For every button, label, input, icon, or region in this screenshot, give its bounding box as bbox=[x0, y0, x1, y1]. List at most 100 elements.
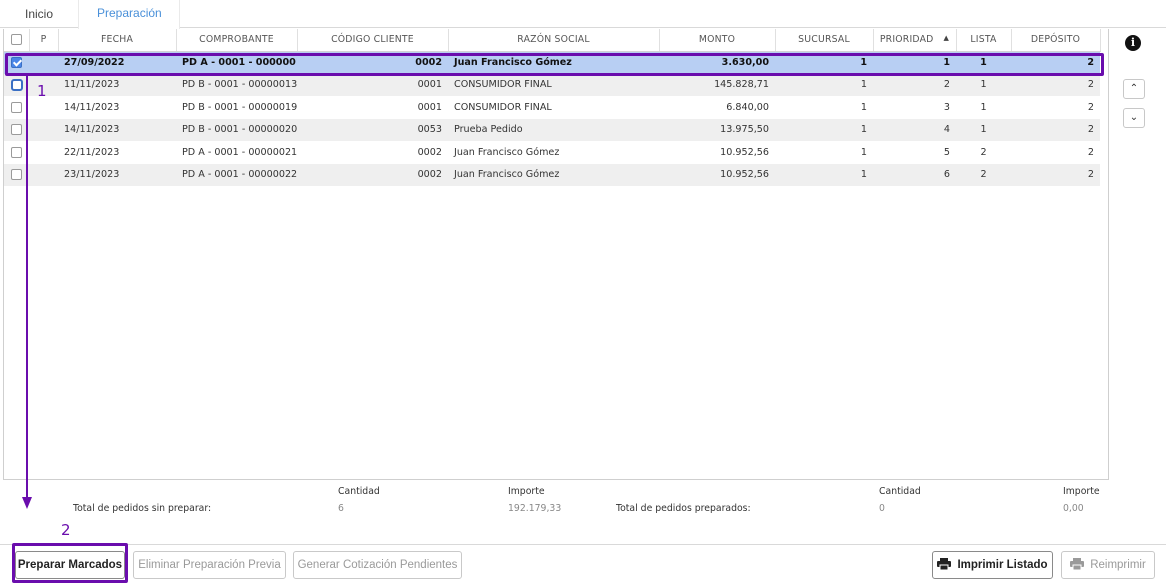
cell-sucursal: 1 bbox=[860, 101, 867, 113]
cell-prioridad: 2 bbox=[873, 73, 956, 96]
move-up-button[interactable]: ⌃ bbox=[1123, 79, 1145, 99]
cell-razon-social: Prueba Pedido bbox=[448, 118, 659, 141]
cell-monto: 145.828,71 bbox=[659, 73, 775, 96]
cell-sucursal: 1 bbox=[775, 118, 873, 141]
annotation-step-2: 2 bbox=[61, 521, 71, 539]
tab-preparacion-label: Preparación bbox=[97, 6, 162, 20]
table-row[interactable]: 14/11/2023 PD B - 0001 - 00000020 0053 Prue… bbox=[4, 118, 1100, 141]
cell-lista: 1 bbox=[956, 118, 1011, 141]
cell-razon-social: Juan Francisco Gómez bbox=[454, 146, 560, 158]
sort-ascending-icon: ▲ bbox=[943, 34, 950, 43]
imprimir-listado-label: Imprimir Listado bbox=[957, 559, 1048, 571]
cell-codigo-cliente: 0053 bbox=[297, 118, 448, 141]
eliminar-preparacion-button[interactable]: Eliminar Preparación Previa bbox=[133, 551, 286, 579]
imprimir-listado-button[interactable]: Imprimir Listado bbox=[932, 551, 1053, 579]
chevron-down-icon: ⌄ bbox=[1129, 112, 1139, 123]
printer-icon bbox=[1070, 558, 1085, 570]
cell-razon-social: CONSUMIDOR FINAL bbox=[454, 101, 552, 113]
cell-p bbox=[29, 141, 58, 164]
table-row[interactable]: 22/11/2023 PD A - 0001 - 00000021 0002 Juan… bbox=[4, 141, 1100, 164]
row-checkbox[interactable] bbox=[11, 146, 22, 158]
cell-deposito: 2 bbox=[1011, 118, 1100, 141]
table-row[interactable]: 23/11/2023 PD A - 0001 - 00000022 0002 Juan… bbox=[4, 163, 1100, 186]
cell-fecha: 14/11/2023 bbox=[58, 118, 176, 141]
column-header-deposito[interactable]: DEPÓSITO bbox=[1011, 29, 1101, 52]
cell-p bbox=[29, 163, 58, 186]
cell-comprobante: PD A - 0001 - 00000021 bbox=[182, 146, 297, 158]
column-header-razon-social[interactable]: RAZÓN SOCIAL bbox=[448, 29, 660, 52]
cell-monto: 10.952,56 bbox=[720, 146, 769, 158]
cell-codigo-cliente: 0001 bbox=[297, 73, 448, 96]
column-header-fecha[interactable]: FECHA bbox=[58, 29, 177, 52]
column-header-lista[interactable]: LISTA bbox=[956, 29, 1012, 52]
annotation-step-1: 1 bbox=[37, 82, 47, 100]
sin-preparar-importe-label: Importe bbox=[508, 486, 545, 497]
column-header-codigo-cliente[interactable]: CÓDIGO CLIENTE bbox=[297, 29, 449, 52]
cell-prioridad: 5 bbox=[943, 146, 950, 158]
cell-prioridad: 4 bbox=[873, 118, 956, 141]
table-row[interactable]: 11/11/2023 PD B - 0001 - 00000013 0001 CONS… bbox=[4, 73, 1100, 96]
row-checkbox[interactable] bbox=[11, 101, 22, 113]
cell-prioridad: 3 bbox=[943, 101, 950, 113]
cell-deposito: 2 bbox=[1087, 101, 1094, 113]
cell-codigo-cliente: 0001 bbox=[417, 101, 442, 113]
select-all-header[interactable] bbox=[4, 29, 30, 52]
cell-deposito: 2 bbox=[1011, 163, 1100, 186]
info-icon[interactable]: i bbox=[1125, 35, 1141, 51]
cell-fecha: 14/11/2023 bbox=[64, 101, 120, 113]
row-checkbox[interactable] bbox=[10, 78, 23, 91]
tab-preparacion[interactable]: Preparación × bbox=[78, 0, 180, 47]
cell-fecha: 11/11/2023 bbox=[58, 73, 176, 96]
sin-preparar-importe: 192.179,33 bbox=[508, 503, 562, 514]
orders-grid: P FECHA COMPROBANTE CÓDIGO CLIENTE RAZÓN… bbox=[3, 29, 1109, 480]
annotation-arrow-head bbox=[22, 497, 32, 509]
sin-preparar-label: Total de pedidos sin preparar: bbox=[73, 503, 212, 514]
cell-deposito: 2 bbox=[1011, 73, 1100, 96]
cell-sucursal: 1 bbox=[775, 163, 873, 186]
cell-p bbox=[29, 118, 58, 141]
cell-monto: 6.840,00 bbox=[726, 101, 769, 113]
preparados-cantidad-label: Cantidad bbox=[879, 486, 921, 497]
select-all-checkbox[interactable] bbox=[10, 34, 22, 46]
preparados-importe: 0,00 bbox=[1063, 503, 1084, 514]
cell-razon-social: CONSUMIDOR FINAL bbox=[448, 73, 659, 96]
column-header-prioridad[interactable]: PRIORIDAD ▲ bbox=[873, 29, 957, 52]
cell-comprobante: PD B - 0001 - 00000019 bbox=[182, 101, 297, 113]
preparados-importe-label: Importe bbox=[1063, 486, 1100, 497]
cell-prioridad: 6 bbox=[873, 163, 956, 186]
cell-monto: 13.975,50 bbox=[659, 118, 775, 141]
cell-lista: 2 bbox=[980, 146, 987, 158]
row-checkbox[interactable] bbox=[11, 169, 22, 180]
column-header-sucursal[interactable]: SUCURSAL bbox=[775, 29, 874, 52]
column-header-comprobante[interactable]: COMPROBANTE bbox=[176, 29, 298, 52]
column-header-p[interactable]: P bbox=[29, 29, 59, 52]
annotation-highlight-row bbox=[5, 53, 1104, 76]
annotation-arrow-line bbox=[26, 76, 28, 500]
column-header-prioridad-label: PRIORIDAD bbox=[879, 34, 934, 46]
cell-lista: 2 bbox=[956, 163, 1011, 186]
column-header-monto[interactable]: MONTO bbox=[659, 29, 776, 52]
cell-codigo-cliente: 0002 bbox=[417, 146, 442, 158]
tab-inicio[interactable]: Inicio bbox=[25, 0, 53, 28]
chevron-up-icon: ⌃ bbox=[1129, 83, 1139, 94]
cell-lista: 1 bbox=[980, 101, 987, 113]
cell-codigo-cliente: 0002 bbox=[297, 163, 448, 186]
cell-fecha: 23/11/2023 bbox=[58, 163, 176, 186]
tab-bar: Inicio Preparación × bbox=[0, 0, 1166, 47]
generar-cotizacion-button[interactable]: Generar Cotización Pendientes bbox=[293, 551, 462, 579]
cell-sucursal: 1 bbox=[860, 146, 867, 158]
cell-comprobante: PD B - 0001 - 00000013 bbox=[176, 73, 297, 96]
cell-deposito: 2 bbox=[1087, 146, 1094, 158]
table-row[interactable]: 14/11/2023 PD B - 0001 - 00000019 0001 CONS… bbox=[4, 96, 1100, 119]
move-down-button[interactable]: ⌄ bbox=[1123, 108, 1145, 128]
cell-razon-social: Juan Francisco Gómez bbox=[448, 163, 659, 186]
row-checkbox[interactable] bbox=[11, 124, 22, 135]
annotation-highlight-button bbox=[12, 543, 128, 583]
cell-fecha: 22/11/2023 bbox=[64, 146, 120, 158]
reimprimir-button[interactable]: Reimprimir bbox=[1061, 551, 1155, 579]
sin-preparar-cantidad-label: Cantidad bbox=[338, 486, 380, 497]
cell-monto: 10.952,56 bbox=[659, 163, 775, 186]
cell-comprobante: PD B - 0001 - 00000020 bbox=[176, 118, 297, 141]
sin-preparar-cantidad: 6 bbox=[338, 503, 344, 514]
cell-comprobante: PD A - 0001 - 00000022 bbox=[176, 163, 297, 186]
